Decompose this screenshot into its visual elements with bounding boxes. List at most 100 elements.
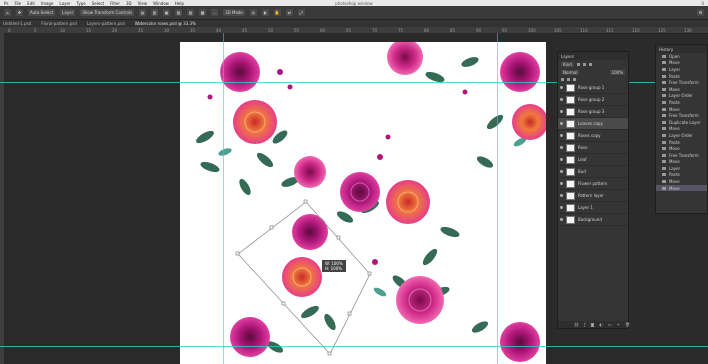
show-transform-checkbox[interactable]: Show Transform Controls	[80, 9, 135, 16]
layer-row[interactable]: Leaf	[558, 154, 628, 166]
history-tab[interactable]: History	[659, 47, 673, 52]
slide-icon[interactable]: ⇄	[285, 9, 293, 16]
settings-icon[interactable]: ⚙	[697, 9, 704, 16]
history-item[interactable]: Paste	[656, 139, 707, 146]
move-tool-icon[interactable]: ✥	[16, 9, 23, 16]
history-item-label: Paste	[669, 73, 680, 79]
layer-row[interactable]: Roses copy	[558, 130, 628, 142]
align-top-icon[interactable]: ▧	[175, 9, 183, 16]
history-item[interactable]: Move	[656, 60, 707, 67]
pan-icon[interactable]: ✋	[273, 9, 281, 16]
document-tab-active[interactable]: Watercolor roses.psd @ 33.3%	[135, 21, 196, 26]
history-item[interactable]: Move	[656, 159, 707, 166]
layer-row[interactable]: Rose group 2	[558, 94, 628, 106]
document-tab[interactable]: Floral-pattern.psd	[41, 21, 77, 26]
scale-icon[interactable]: ⤢	[297, 9, 305, 16]
history-item-label: Layer	[669, 165, 681, 171]
visibility-eye-icon[interactable]	[560, 218, 563, 221]
history-item[interactable]: Layer	[656, 165, 707, 172]
visibility-eye-icon[interactable]	[560, 170, 563, 173]
visibility-eye-icon[interactable]	[560, 158, 563, 161]
layer-row[interactable]: Flower pattern	[558, 178, 628, 190]
history-item[interactable]: Paste	[656, 172, 707, 179]
auto-select-checkbox[interactable]: Auto-Select	[28, 9, 56, 16]
layer-row[interactable]: Background	[558, 214, 628, 226]
visibility-eye-icon[interactable]	[560, 182, 563, 185]
history-item-label: Layer Order	[669, 93, 693, 99]
history-item[interactable]: Duplicate Layer	[656, 119, 707, 126]
visibility-eye-icon[interactable]	[560, 206, 563, 209]
layer-row[interactable]: Layer 1	[558, 202, 628, 214]
layer-row[interactable]: Bud	[558, 166, 628, 178]
history-step-icon	[662, 54, 666, 58]
lock-position-icon[interactable]	[573, 77, 576, 81]
filter-type-icon[interactable]	[588, 62, 592, 66]
layers-tab[interactable]: Layers	[561, 54, 574, 59]
filter-kind-dropdown[interactable]: Kind	[561, 61, 574, 67]
roll-icon[interactable]: ◐	[261, 9, 269, 16]
visibility-eye-icon[interactable]	[560, 146, 563, 149]
guide-vertical[interactable]	[497, 33, 498, 364]
document-canvas[interactable]: W: 100% H: 100%	[180, 42, 546, 364]
history-item[interactable]: Open	[656, 53, 707, 60]
history-item[interactable]: Paste	[656, 99, 707, 106]
history-item-label: Free Transform	[669, 80, 699, 86]
document-tab[interactable]: Layers-pattern.psd	[87, 21, 125, 26]
history-item[interactable]: Paste	[656, 73, 707, 80]
layer-row[interactable]: Rose group 3	[558, 106, 628, 118]
visibility-eye-icon[interactable]	[560, 98, 563, 101]
layer-row[interactable]: Leaves copy	[558, 118, 628, 130]
align-middle-icon[interactable]: ▨	[187, 9, 195, 16]
filter-adjust-icon[interactable]	[582, 62, 586, 66]
distribute-icon[interactable]: ▩	[199, 9, 207, 16]
history-item[interactable]: Move	[656, 184, 707, 192]
history-item[interactable]: Free Transform	[656, 112, 707, 119]
home-icon[interactable]: ⌂	[4, 9, 11, 16]
layer-select-dropdown[interactable]: Layer	[60, 9, 76, 16]
orbit-icon[interactable]: ◎	[249, 9, 257, 16]
history-step-icon	[662, 87, 666, 91]
document-tab[interactable]: Untitled-1.psd	[3, 21, 31, 26]
guide-vertical[interactable]	[223, 33, 224, 364]
history-item[interactable]: Move	[656, 126, 707, 133]
history-item-label: Paste	[669, 99, 680, 105]
more-options-icon[interactable]: …	[211, 9, 219, 16]
adjustment-icon[interactable]: ◐	[599, 322, 603, 327]
link-icon[interactable]: ⛓	[574, 322, 579, 327]
history-step-icon	[662, 61, 666, 65]
trash-icon[interactable]: 🗑	[625, 322, 630, 327]
history-item[interactable]: Free Transform	[656, 79, 707, 86]
filter-pixel-icon[interactable]	[576, 62, 580, 66]
history-item[interactable]: Move	[656, 86, 707, 93]
history-item-label: Free Transform	[669, 152, 699, 158]
align-left-icon[interactable]: ▤	[139, 9, 147, 16]
blend-mode-dropdown[interactable]: Normal	[561, 69, 580, 75]
history-item[interactable]: Move	[656, 178, 707, 185]
layer-row[interactable]: Pattern layer	[558, 190, 628, 202]
folder-icon[interactable]: ▭	[608, 322, 612, 327]
history-item[interactable]: Layer	[656, 66, 707, 73]
ruler-tick: 115	[606, 28, 614, 33]
lock-pixels-icon[interactable]	[567, 77, 570, 81]
visibility-eye-icon[interactable]	[560, 134, 563, 137]
visibility-eye-icon[interactable]	[560, 86, 563, 89]
mask-icon[interactable]: ◙	[591, 322, 595, 327]
opacity-field[interactable]: 100%	[609, 69, 625, 75]
history-item[interactable]: Layer Order	[656, 93, 707, 100]
history-item[interactable]: Move	[656, 106, 707, 113]
visibility-eye-icon[interactable]	[560, 110, 563, 113]
layer-row[interactable]: Rose group 1	[558, 82, 628, 94]
align-right-icon[interactable]: ▦	[163, 9, 171, 16]
history-item[interactable]: Layer Order	[656, 132, 707, 139]
align-center-icon[interactable]: ▥	[151, 9, 159, 16]
new-layer-icon[interactable]: +	[617, 322, 620, 327]
layer-row[interactable]: Rose	[558, 142, 628, 154]
lock-icon[interactable]	[561, 77, 564, 81]
guide-horizontal[interactable]	[0, 346, 708, 347]
fx-icon[interactable]: ƒ	[584, 322, 585, 327]
history-panel: History Open Move Layer Paste Free Transform…	[655, 44, 708, 214]
history-item[interactable]: Free Transform	[656, 152, 707, 159]
visibility-eye-icon[interactable]	[560, 122, 563, 125]
visibility-eye-icon[interactable]	[560, 194, 563, 197]
history-item[interactable]: Move	[656, 145, 707, 152]
